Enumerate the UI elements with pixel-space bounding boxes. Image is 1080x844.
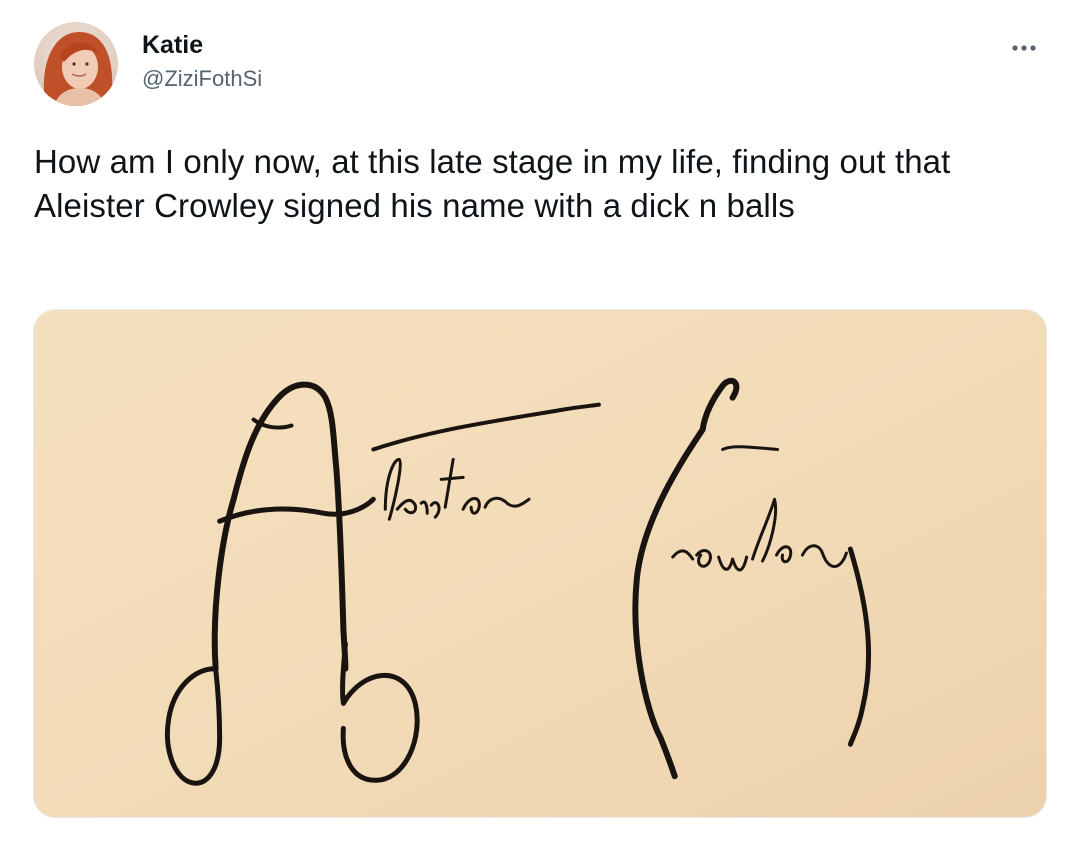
author-info: Katie @ZiziFothSi (142, 30, 262, 94)
author-avatar[interactable] (34, 22, 118, 106)
more-horizontal-icon (1012, 45, 1036, 51)
author-handle[interactable]: @ZiziFothSi (142, 64, 262, 94)
author-display-name[interactable]: Katie (142, 30, 262, 60)
signature-image (34, 310, 1046, 817)
tweet-media-image[interactable] (33, 309, 1047, 818)
tweet-card: Katie @ZiziFothSi How am I only now, at … (0, 0, 1080, 844)
more-options-button[interactable] (1006, 36, 1042, 60)
tweet-text: How am I only now, at this late stage in… (34, 143, 951, 224)
profile-photo-avatar-icon (34, 22, 118, 106)
